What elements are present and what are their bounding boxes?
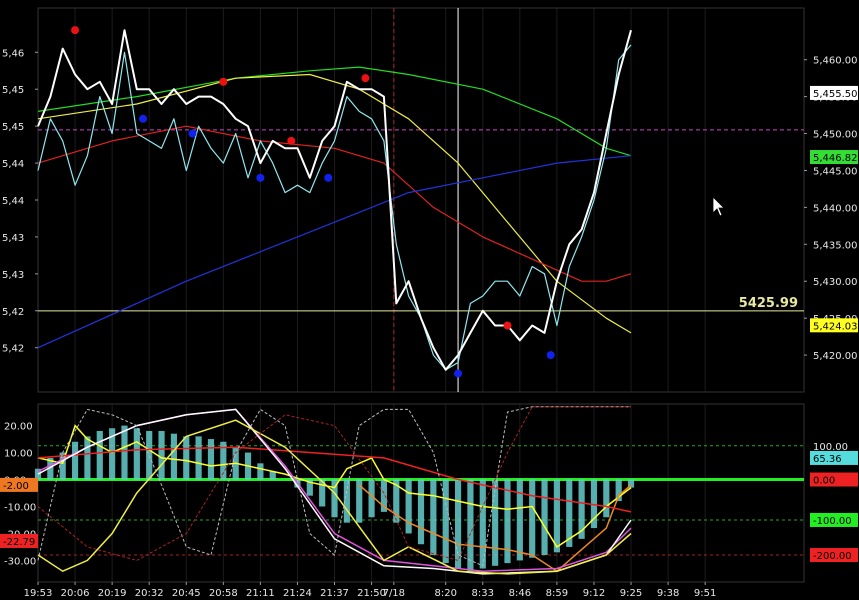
x-tick-label: 8:46 [509, 588, 531, 599]
price-value-tag: 5,455.50 [813, 89, 858, 100]
y-left-tick-label: 5,44 [2, 159, 24, 170]
swing-low-marker [324, 173, 333, 182]
swing-low-marker [188, 129, 197, 138]
swing-high-marker [219, 77, 228, 86]
y-right-tick-label: 5,430.00 [813, 277, 858, 288]
x-tick-label: 7/18 [383, 588, 405, 599]
y-left-tick-label: 5,43 [2, 233, 24, 244]
x-tick-label: 9:38 [657, 588, 679, 599]
y-left-tick-label: 5,45 [2, 85, 24, 96]
oscillator-value-tag: -100.00 [813, 516, 852, 527]
histogram-bar [170, 433, 177, 480]
y-right-tick-label: 5,435.00 [813, 240, 858, 251]
histogram-bar [553, 479, 560, 553]
histogram-bar [529, 479, 536, 558]
x-tick-label: 9:25 [620, 588, 642, 599]
histogram-bar [133, 428, 140, 480]
x-tick-label: 20:32 [135, 588, 164, 599]
swing-low-marker [546, 351, 555, 360]
oscillator-value-tag: 0.00 [813, 476, 835, 487]
price-value-tag: 5,446.82 [813, 153, 858, 164]
swing-high-marker [287, 136, 296, 145]
histogram-bar [603, 479, 610, 518]
histogram-bar [257, 463, 264, 480]
swing-high-marker [361, 74, 370, 83]
y-right-tick-label: 5,450.00 [813, 130, 858, 141]
x-tick-label: 20:58 [209, 588, 238, 599]
histogram-bar [405, 479, 412, 534]
swing-low-marker [256, 173, 265, 182]
histogram-bar [96, 430, 103, 480]
oscillator-value-tag: -200.00 [813, 551, 852, 562]
histogram-bar [442, 479, 449, 564]
osc-left-tick-label: -10.00 [4, 502, 36, 513]
y-left-tick-label: 5,43 [2, 270, 24, 281]
histogram-bar [492, 479, 499, 566]
histogram-bar [430, 479, 437, 556]
x-tick-label: 20:45 [172, 588, 201, 599]
x-tick-label: 20:19 [98, 588, 127, 599]
osc-left-tick-label: -30.00 [4, 556, 36, 567]
histogram-bar [207, 439, 215, 480]
x-tick-label: 8:59 [546, 588, 568, 599]
histogram-bar [84, 436, 91, 480]
y-right-tick-label: 5,445.00 [813, 166, 858, 177]
x-tick-label: 9:12 [583, 588, 605, 599]
x-tick-label: 8:20 [434, 588, 456, 599]
oscillator-value-tag: 65.36 [813, 454, 842, 465]
x-tick-label: 20:06 [61, 588, 90, 599]
price-and-oscillator-chart[interactable]: 5425.99 5,46 5,45 5,45 5,44 5,44 5,43 5,43 5,42… [0, 0, 859, 600]
osc-left-tick-label: 10.00 [4, 449, 33, 460]
histogram-bar [195, 436, 202, 480]
y-right-tick-label: 5,440.00 [813, 203, 858, 214]
x-tick-label: 21:11 [246, 588, 275, 599]
histogram-bar [467, 479, 474, 572]
x-tick-label: 8:33 [472, 588, 494, 599]
histogram-bar [71, 441, 79, 480]
x-tick-label: 19:53 [24, 588, 53, 599]
price-value-tag: 5,424.03 [813, 321, 858, 332]
x-tick-label: 9:51 [694, 588, 716, 599]
histogram-bar [121, 425, 128, 480]
oscillator-left-tag: -2.00 [3, 481, 29, 492]
y-right-tick-label: 5,460.00 [813, 56, 858, 67]
x-tick-label: 21:37 [320, 588, 349, 599]
histogram-bar [146, 430, 153, 480]
y-left-tick-label: 5,44 [2, 196, 24, 207]
y-left-tick-label: 5,46 [2, 48, 24, 59]
x-tick-label: 21:24 [283, 588, 312, 599]
y-left-tick-label: 5,42 [2, 307, 24, 318]
swing-high-marker [503, 321, 512, 330]
histogram-bar [516, 479, 523, 561]
osc-left-tick-label: 20.00 [4, 422, 33, 433]
oscillator-left-tag: -22.79 [3, 537, 35, 548]
histogram-bar [158, 430, 165, 480]
swing-low-marker [454, 369, 463, 378]
histogram-bar [417, 479, 425, 545]
reference-level-label: 5425.99 [739, 296, 798, 311]
swing-high-marker [71, 26, 80, 35]
y-left-tick-label: 5,42 [2, 344, 24, 355]
y-right-tick-label: 5,420.00 [813, 351, 858, 362]
histogram-bar [541, 479, 548, 556]
histogram-bar [454, 479, 462, 569]
y-left-tick-label: 5,45 [2, 122, 24, 133]
histogram-bar [183, 436, 190, 480]
swing-low-marker [139, 114, 148, 123]
